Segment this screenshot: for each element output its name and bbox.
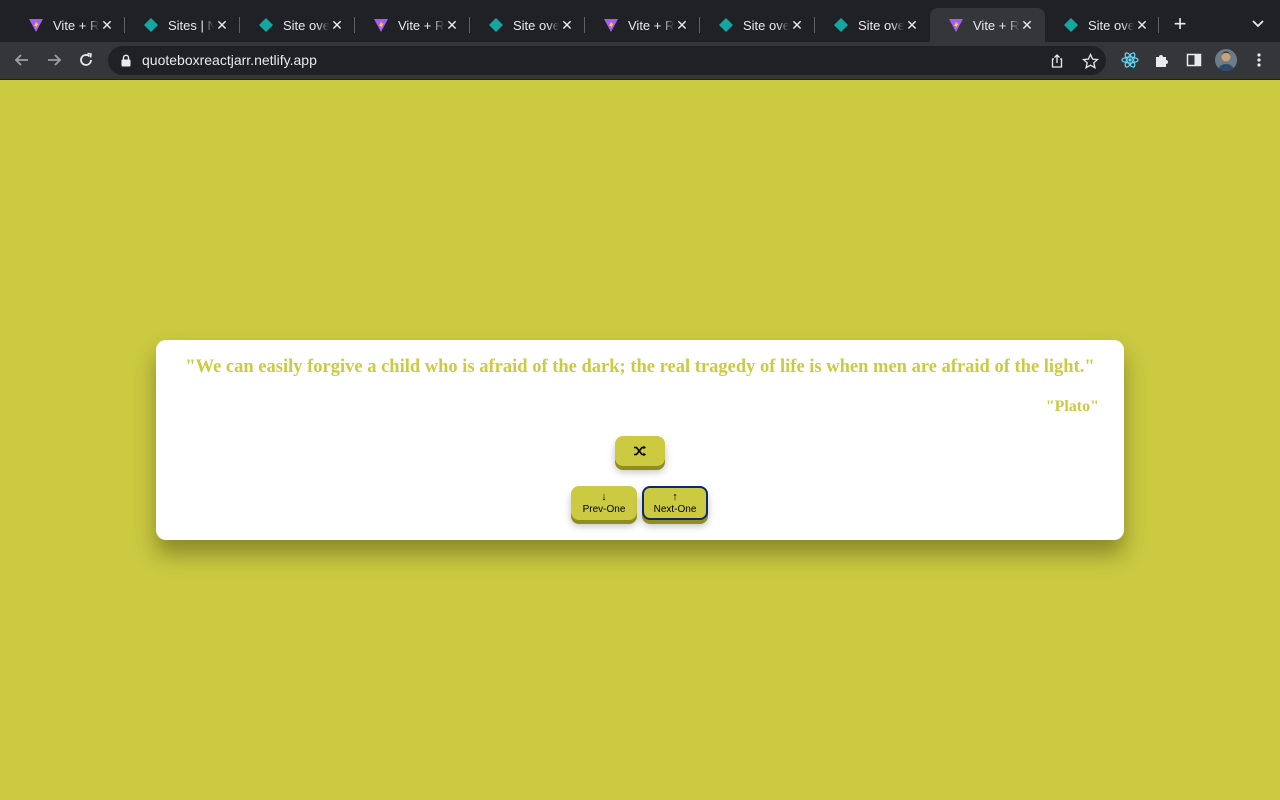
extensions-button[interactable] — [1152, 50, 1172, 70]
side-panel-icon — [1186, 53, 1202, 67]
netlify-icon — [488, 17, 504, 33]
browser-tab[interactable]: Vite + React ✕ — [585, 8, 700, 42]
react-icon — [1121, 52, 1139, 68]
tab-title: Site overview — [1088, 17, 1134, 33]
netlify-icon — [258, 17, 274, 33]
tab-separator — [1158, 17, 1159, 33]
arrow-left-icon — [14, 54, 28, 66]
share-icon — [1051, 54, 1063, 68]
browser-toolbar: quoteboxreactjarr.netlify.app — [0, 42, 1280, 80]
next-button-label: Next-One — [653, 503, 697, 515]
tab-search-button[interactable] — [1248, 14, 1268, 34]
tab-title: Vite + React — [628, 17, 674, 33]
close-tab-icon[interactable]: ✕ — [444, 17, 460, 33]
tab-title: Site overview — [743, 17, 789, 33]
reload-icon — [80, 52, 92, 66]
tab-title: Site overview — [513, 17, 559, 33]
browser-tab[interactable]: Vite + React ✕ — [355, 8, 470, 42]
tab-strip: Vite + React ✕ Sites | Netlify ✕ Site ov… — [0, 0, 1280, 42]
quote-text: "We can easily forgive a child who is af… — [185, 357, 1095, 377]
react-devtools-extension[interactable] — [1120, 50, 1140, 70]
random-quote-button[interactable] — [615, 436, 665, 466]
tab-title: Sites | Netlify — [168, 17, 214, 33]
chevron-down-icon — [1252, 20, 1264, 28]
tab-title: Vite + React — [398, 17, 444, 33]
close-tab-icon[interactable]: ✕ — [559, 17, 575, 33]
tab-title: Site overview — [283, 17, 329, 33]
puzzle-icon — [1156, 55, 1168, 67]
close-tab-icon[interactable]: ✕ — [674, 17, 690, 33]
browser-tab[interactable]: Site overview ✕ — [240, 8, 355, 42]
url-text[interactable]: quoteboxreactjarr.netlify.app — [142, 52, 317, 68]
vite-icon — [373, 17, 389, 33]
browser-menu-button[interactable] — [1249, 50, 1269, 70]
browser-tab[interactable]: Vite + React ✕ — [10, 8, 125, 42]
shuffle-icon — [634, 445, 646, 457]
close-tab-icon[interactable]: ✕ — [904, 17, 920, 33]
prev-button-label: Prev-One — [582, 503, 626, 515]
close-tab-icon[interactable]: ✕ — [329, 17, 345, 33]
browser-tab[interactable]: Site overview ✕ — [700, 8, 815, 42]
lock-icon — [121, 54, 131, 67]
netlify-icon — [718, 17, 734, 33]
browser-tab-active[interactable]: Vite + React ✕ — [930, 8, 1045, 42]
quote-author: "Plato" — [1045, 398, 1099, 415]
kebab-menu-icon — [1257, 53, 1261, 67]
close-tab-icon[interactable]: ✕ — [99, 17, 115, 33]
close-tab-icon[interactable]: ✕ — [1019, 17, 1035, 33]
reload-button[interactable] — [74, 48, 98, 72]
netlify-icon — [833, 17, 849, 33]
tab-title: Vite + React — [973, 17, 1019, 33]
arrow-down-icon: ↓ — [601, 490, 607, 503]
arrow-right-icon — [48, 54, 62, 66]
profile-avatar[interactable] — [1215, 49, 1237, 71]
person-icon — [1218, 51, 1234, 71]
back-button[interactable] — [10, 48, 34, 72]
bookmark-button[interactable] — [1081, 52, 1099, 70]
close-tab-icon[interactable]: ✕ — [789, 17, 805, 33]
vite-icon — [603, 17, 619, 33]
star-icon — [1081, 52, 1099, 69]
tab-title: Site overview — [858, 17, 904, 33]
close-tab-icon[interactable]: ✕ — [1134, 17, 1150, 33]
netlify-icon — [1063, 17, 1079, 33]
browser-tab[interactable]: Sites | Netlify ✕ — [125, 8, 240, 42]
share-button[interactable] — [1048, 52, 1066, 70]
next-quote-button[interactable]: ↑ Next-One — [642, 486, 708, 520]
netlify-icon — [143, 17, 159, 33]
quote-box: "We can easily forgive a child who is af… — [156, 340, 1124, 540]
browser-tab[interactable]: Site overview ✕ — [1045, 8, 1160, 42]
browser-tab[interactable]: Site overview ✕ — [470, 8, 585, 42]
forward-button[interactable] — [42, 48, 66, 72]
tab-title: Vite + React — [53, 17, 99, 33]
side-panel-button[interactable] — [1184, 50, 1204, 70]
arrow-up-icon: ↑ — [672, 490, 678, 503]
close-tab-icon[interactable]: ✕ — [214, 17, 230, 33]
vite-icon — [948, 17, 964, 33]
prev-quote-button[interactable]: ↓ Prev-One — [571, 486, 637, 520]
new-tab-button[interactable]: + — [1168, 12, 1192, 36]
browser-tab[interactable]: Site overview ✕ — [815, 8, 930, 42]
vite-icon — [28, 17, 44, 33]
address-bar[interactable]: quoteboxreactjarr.netlify.app — [108, 46, 1106, 75]
